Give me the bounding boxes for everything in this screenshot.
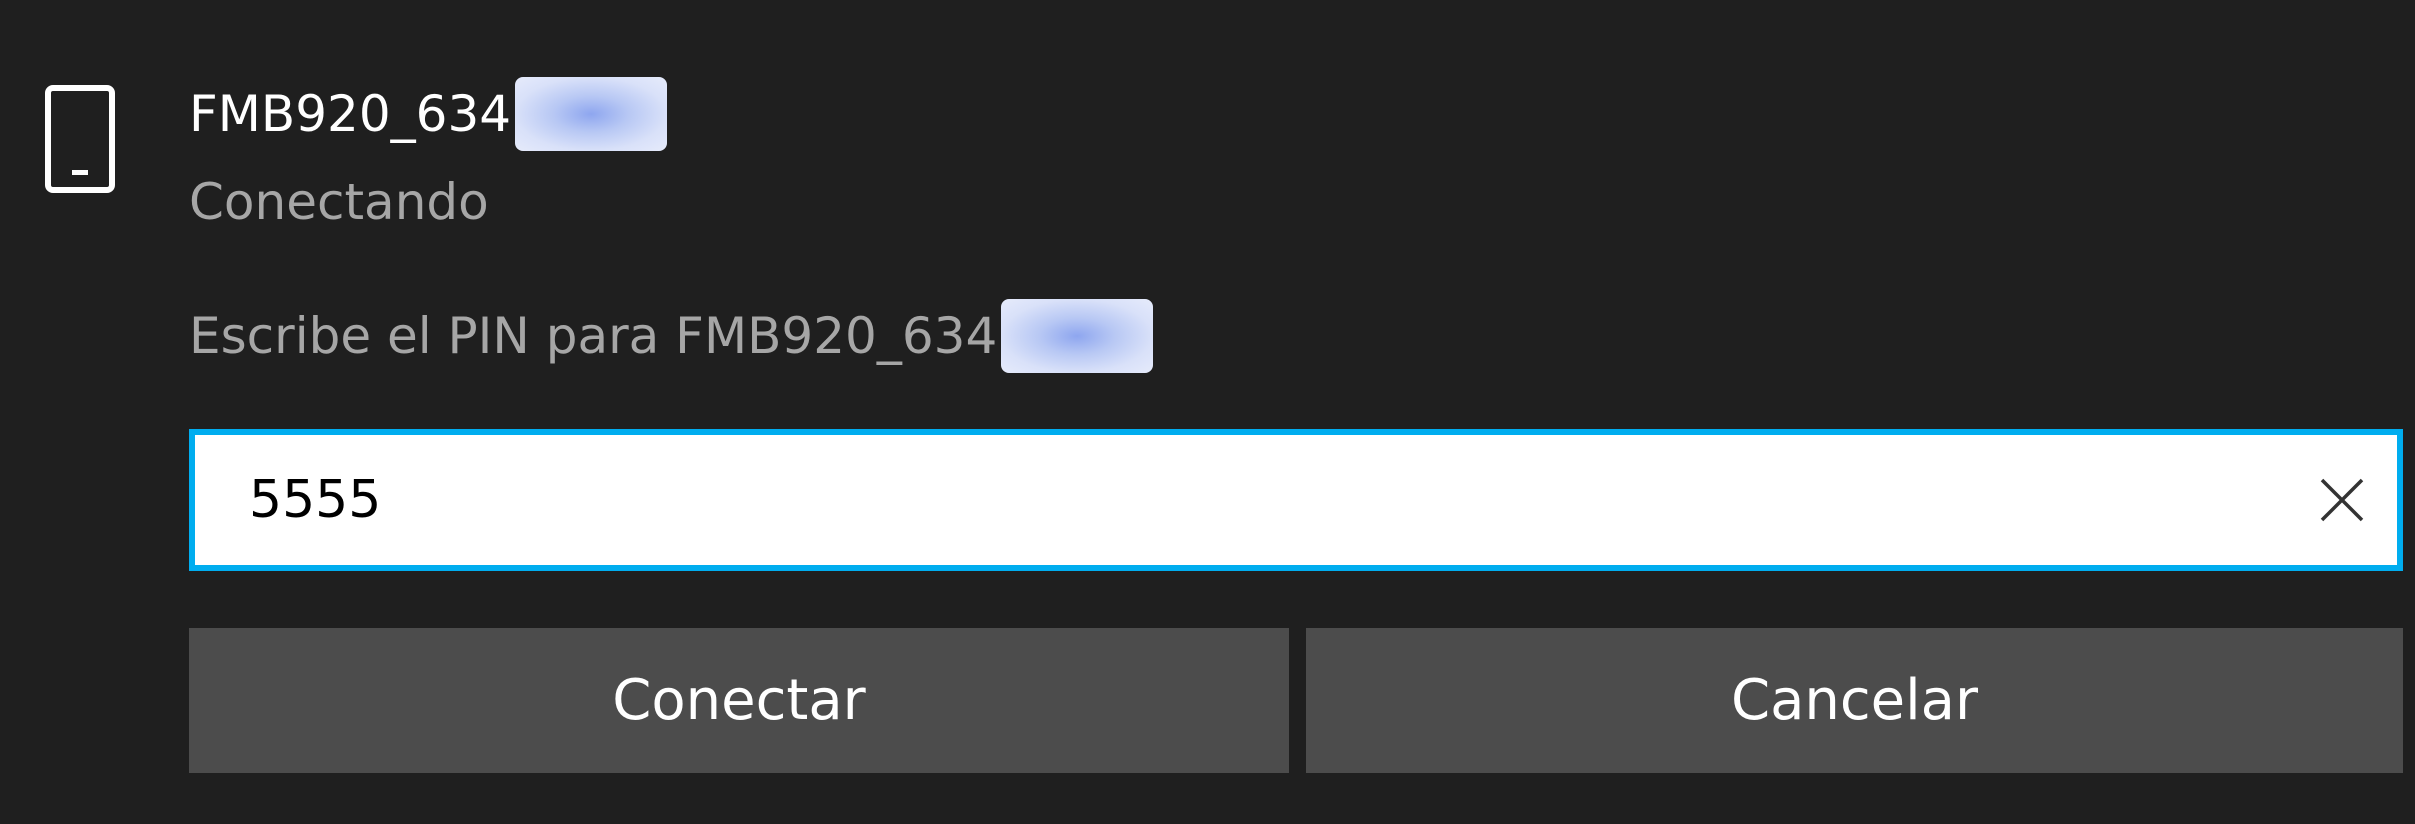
pin-prompt-text: Escribe el PIN para FMB920_634: [189, 307, 998, 365]
phone-device-icon: [44, 84, 116, 194]
redacted-block: [1001, 299, 1154, 373]
clear-pin-button[interactable]: [2287, 435, 2397, 565]
pin-field: [189, 429, 2403, 571]
pin-input[interactable]: [195, 435, 2287, 565]
cancel-button[interactable]: Cancelar: [1306, 628, 2403, 773]
bluetooth-pairing-panel: FMB920_634 Conectando Escribe el PIN par…: [0, 0, 2415, 824]
redacted-block: [515, 77, 668, 151]
connect-button[interactable]: Conectar: [189, 628, 1289, 773]
close-icon: [2320, 478, 2364, 522]
device-name-text: FMB920_634: [189, 85, 512, 143]
device-name: FMB920_634: [189, 76, 668, 152]
pin-prompt: Escribe el PIN para FMB920_634: [189, 298, 1154, 374]
connection-status: Conectando: [189, 173, 489, 231]
